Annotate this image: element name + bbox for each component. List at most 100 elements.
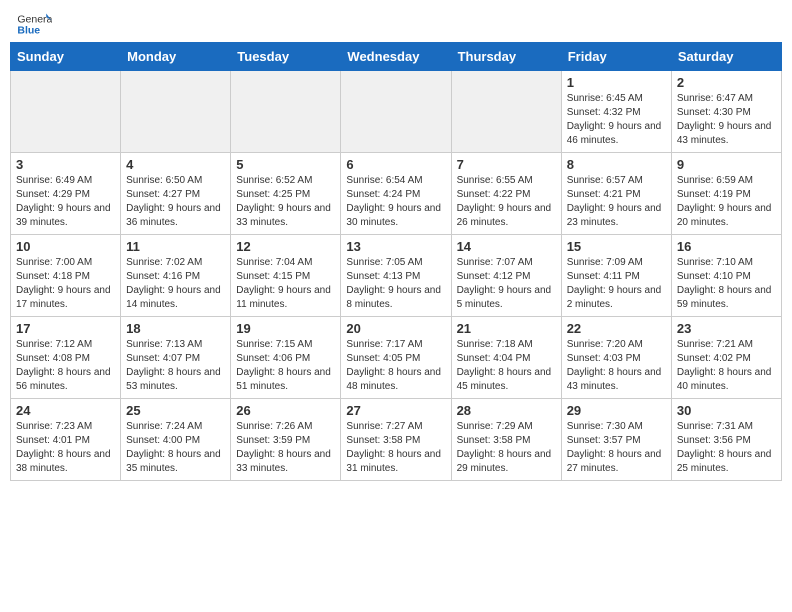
day-info: Sunrise: 7:12 AM Sunset: 4:08 PM Dayligh… [16,338,115,394]
day-info: Sunrise: 7:09 AM Sunset: 4:11 PM Dayligh… [567,256,666,312]
day-cell: 23 Sunrise: 7:21 AM Sunset: 4:02 PM Dayli… [671,317,781,399]
day-cell: 28 Sunrise: 7:29 AM Sunset: 3:58 PM Dayli… [451,399,561,481]
col-header-monday: Monday [121,43,231,71]
day-cell: 30Sunrise: 7:31 AM Sunset: 3:56 PM Dayli… [671,399,781,481]
day-number: 14 [457,239,556,254]
day-number: 1 [567,75,666,90]
day-number: 17 [16,321,115,336]
day-cell: 9 Sunrise: 6:59 AM Sunset: 4:19 PM Daylig… [671,153,781,235]
col-header-friday: Friday [561,43,671,71]
week-row-2: 3 Sunrise: 6:49 AM Sunset: 4:29 PM Daylig… [11,153,782,235]
calendar: SundayMondayTuesdayWednesdayThursdayFrid… [0,42,792,487]
day-number: 2 [677,75,776,90]
day-number: 28 [457,403,556,418]
day-number: 10 [16,239,115,254]
day-number: 13 [346,239,445,254]
day-cell: 25 Sunrise: 7:24 AM Sunset: 4:00 PM Dayli… [121,399,231,481]
day-number: 26 [236,403,335,418]
col-header-wednesday: Wednesday [341,43,451,71]
col-header-sunday: Sunday [11,43,121,71]
day-number: 15 [567,239,666,254]
day-cell: 8 Sunrise: 6:57 AM Sunset: 4:21 PM Daylig… [561,153,671,235]
day-cell: 27 Sunrise: 7:27 AM Sunset: 3:58 PM Dayli… [341,399,451,481]
day-info: Sunrise: 6:49 AM Sunset: 4:29 PM Dayligh… [16,174,115,230]
day-info: Sunrise: 7:04 AM Sunset: 4:15 PM Dayligh… [236,256,335,312]
week-row-4: 17 Sunrise: 7:12 AM Sunset: 4:08 PM Dayli… [11,317,782,399]
day-info: Sunrise: 7:07 AM Sunset: 4:12 PM Dayligh… [457,256,556,312]
day-number: 27 [346,403,445,418]
day-info: Sunrise: 6:52 AM Sunset: 4:25 PM Dayligh… [236,174,335,230]
logo: General Blue [16,10,52,38]
day-info: Sunrise: 6:50 AM Sunset: 4:27 PM Dayligh… [126,174,225,230]
day-info: Sunrise: 7:15 AM Sunset: 4:06 PM Dayligh… [236,338,335,394]
day-number: 6 [346,157,445,172]
day-cell: 13 Sunrise: 7:05 AM Sunset: 4:13 PM Dayli… [341,235,451,317]
day-info: Sunrise: 6:47 AM Sunset: 4:30 PM Dayligh… [677,92,776,148]
day-cell: 2 Sunrise: 6:47 AM Sunset: 4:30 PM Daylig… [671,71,781,153]
day-cell: 24 Sunrise: 7:23 AM Sunset: 4:01 PM Dayli… [11,399,121,481]
day-cell: 10Sunrise: 7:00 AM Sunset: 4:18 PM Dayli… [11,235,121,317]
day-info: Sunrise: 6:57 AM Sunset: 4:21 PM Dayligh… [567,174,666,230]
day-info: Sunrise: 7:13 AM Sunset: 4:07 PM Dayligh… [126,338,225,394]
day-cell: 11 Sunrise: 7:02 AM Sunset: 4:16 PM Dayli… [121,235,231,317]
day-info: Sunrise: 6:45 AM Sunset: 4:32 PM Dayligh… [567,92,666,148]
header: General Blue [0,0,792,42]
day-info: Sunrise: 7:29 AM Sunset: 3:58 PM Dayligh… [457,420,556,476]
day-cell: 16Sunrise: 7:10 AM Sunset: 4:10 PM Dayli… [671,235,781,317]
day-info: Sunrise: 6:55 AM Sunset: 4:22 PM Dayligh… [457,174,556,230]
day-cell: 6 Sunrise: 6:54 AM Sunset: 4:24 PM Daylig… [341,153,451,235]
day-cell: 17 Sunrise: 7:12 AM Sunset: 4:08 PM Dayli… [11,317,121,399]
svg-text:Blue: Blue [17,25,40,37]
day-cell [341,71,451,153]
day-cell: 29Sunrise: 7:30 AM Sunset: 3:57 PM Dayli… [561,399,671,481]
day-number: 8 [567,157,666,172]
day-info: Sunrise: 7:05 AM Sunset: 4:13 PM Dayligh… [346,256,445,312]
day-cell: 1 Sunrise: 6:45 AM Sunset: 4:32 PM Daylig… [561,71,671,153]
day-cell: 5 Sunrise: 6:52 AM Sunset: 4:25 PM Daylig… [231,153,341,235]
day-info: Sunrise: 7:26 AM Sunset: 3:59 PM Dayligh… [236,420,335,476]
day-number: 4 [126,157,225,172]
day-number: 20 [346,321,445,336]
day-cell [11,71,121,153]
day-info: Sunrise: 6:54 AM Sunset: 4:24 PM Dayligh… [346,174,445,230]
day-info: Sunrise: 7:24 AM Sunset: 4:00 PM Dayligh… [126,420,225,476]
day-cell: 15 Sunrise: 7:09 AM Sunset: 4:11 PM Dayli… [561,235,671,317]
day-cell: 21 Sunrise: 7:18 AM Sunset: 4:04 PM Dayli… [451,317,561,399]
day-info: Sunrise: 7:18 AM Sunset: 4:04 PM Dayligh… [457,338,556,394]
week-row-1: 1 Sunrise: 6:45 AM Sunset: 4:32 PM Daylig… [11,71,782,153]
day-number: 25 [126,403,225,418]
day-number: 3 [16,157,115,172]
day-info: Sunrise: 6:59 AM Sunset: 4:19 PM Dayligh… [677,174,776,230]
day-number: 7 [457,157,556,172]
day-number: 22 [567,321,666,336]
col-header-thursday: Thursday [451,43,561,71]
day-number: 11 [126,239,225,254]
day-number: 24 [16,403,115,418]
day-cell: 7 Sunrise: 6:55 AM Sunset: 4:22 PM Daylig… [451,153,561,235]
day-info: Sunrise: 7:21 AM Sunset: 4:02 PM Dayligh… [677,338,776,394]
day-info: Sunrise: 7:23 AM Sunset: 4:01 PM Dayligh… [16,420,115,476]
day-info: Sunrise: 7:02 AM Sunset: 4:16 PM Dayligh… [126,256,225,312]
day-number: 19 [236,321,335,336]
day-info: Sunrise: 7:31 AM Sunset: 3:56 PM Dayligh… [677,420,776,476]
day-number: 29 [567,403,666,418]
day-cell: 26 Sunrise: 7:26 AM Sunset: 3:59 PM Dayli… [231,399,341,481]
week-row-3: 10Sunrise: 7:00 AM Sunset: 4:18 PM Dayli… [11,235,782,317]
day-info: Sunrise: 7:27 AM Sunset: 3:58 PM Dayligh… [346,420,445,476]
day-cell: 12Sunrise: 7:04 AM Sunset: 4:15 PM Dayli… [231,235,341,317]
calendar-table: SundayMondayTuesdayWednesdayThursdayFrid… [10,42,782,481]
logo-icon: General Blue [16,10,52,38]
day-cell: 4 Sunrise: 6:50 AM Sunset: 4:27 PM Daylig… [121,153,231,235]
day-cell [451,71,561,153]
day-number: 9 [677,157,776,172]
col-header-tuesday: Tuesday [231,43,341,71]
day-cell: 18Sunrise: 7:13 AM Sunset: 4:07 PM Dayli… [121,317,231,399]
day-info: Sunrise: 7:17 AM Sunset: 4:05 PM Dayligh… [346,338,445,394]
col-header-saturday: Saturday [671,43,781,71]
day-number: 16 [677,239,776,254]
week-row-5: 24 Sunrise: 7:23 AM Sunset: 4:01 PM Dayli… [11,399,782,481]
day-number: 23 [677,321,776,336]
day-number: 21 [457,321,556,336]
day-cell [231,71,341,153]
day-number: 5 [236,157,335,172]
